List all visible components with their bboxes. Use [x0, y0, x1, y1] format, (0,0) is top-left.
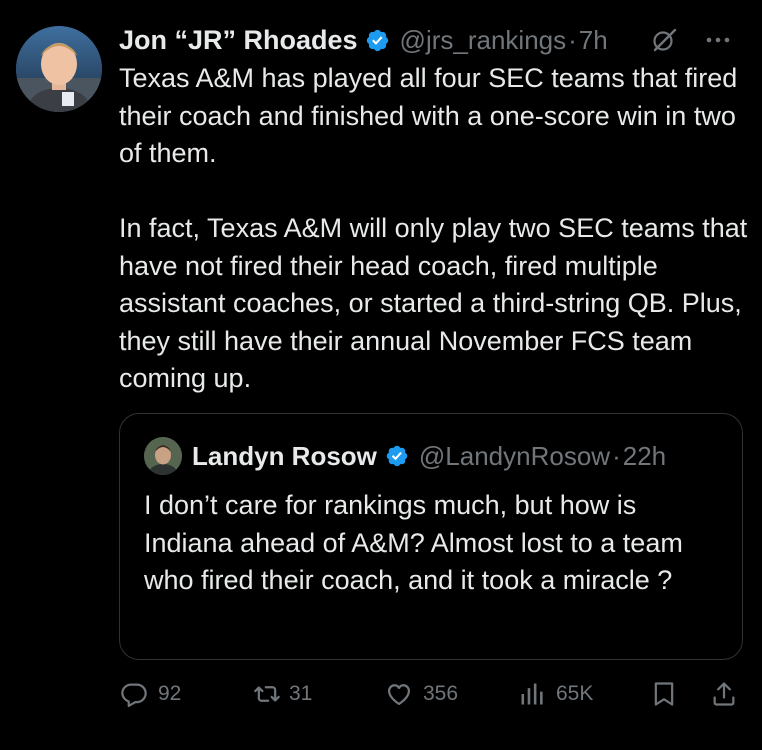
quote-time-separator: ·: [612, 440, 621, 471]
grok-icon[interactable]: [650, 26, 678, 54]
views-count: 65K: [556, 682, 594, 705]
bookmark-button[interactable]: [650, 672, 678, 716]
tweet-time[interactable]: 7h: [579, 25, 608, 56]
tweet-header: Jon “JR” Rhoades @jrs_rankings · 7h: [119, 22, 746, 58]
retweet-button[interactable]: 31: [251, 672, 312, 716]
share-button[interactable]: [710, 672, 738, 716]
bookmark-icon: [654, 682, 674, 706]
quote-author-name[interactable]: Landyn Rosow: [192, 441, 377, 472]
retweet-icon: [254, 686, 280, 702]
views-icon: [521, 683, 543, 705]
like-button[interactable]: 356: [385, 672, 458, 716]
like-icon: [387, 684, 411, 706]
more-icon[interactable]: [704, 26, 732, 54]
author-handle[interactable]: @jrs_rankings: [400, 25, 567, 56]
author-avatar[interactable]: [16, 26, 102, 112]
tweet-text: Texas A&M has played all four SEC teams …: [119, 63, 748, 393]
like-count: 356: [423, 682, 459, 705]
quote-text: I don’t care for rankings much, but how …: [144, 490, 691, 595]
tweet[interactable]: Jon “JR” Rhoades @jrs_rankings · 7h Texa…: [0, 0, 762, 750]
reply-button[interactable]: 92: [120, 672, 181, 716]
share-icon: [713, 682, 735, 706]
reply-count: 92: [158, 682, 182, 705]
retweet-count: 31: [289, 682, 313, 705]
reply-icon: [121, 683, 147, 708]
time-separator: ·: [568, 24, 577, 55]
author-name[interactable]: Jon “JR” Rhoades: [119, 25, 358, 56]
quote-author-avatar[interactable]: [144, 437, 182, 475]
views-button[interactable]: 65K: [518, 672, 593, 716]
verified-badge-icon: [366, 29, 388, 51]
verified-badge-icon: [386, 445, 408, 467]
quote-header: Landyn Rosow @LandynRosow · 22h: [192, 438, 732, 474]
quote-author-handle[interactable]: @LandynRosow: [419, 441, 610, 472]
action-bar: 92 31 356 65K: [0, 672, 762, 716]
quote-time[interactable]: 22h: [623, 441, 666, 472]
quoted-tweet[interactable]: Landyn Rosow @LandynRosow · 22h I don’t …: [119, 413, 743, 660]
